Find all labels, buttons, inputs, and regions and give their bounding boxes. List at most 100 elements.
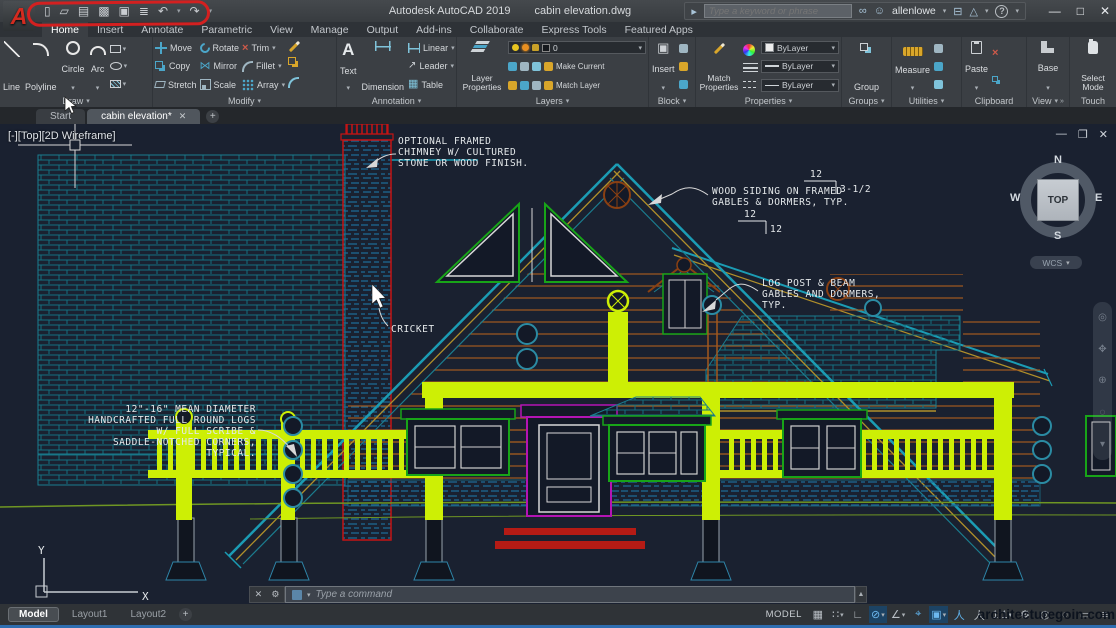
hatch-button[interactable]: ▾ xyxy=(110,80,128,88)
compass-north[interactable]: N xyxy=(1054,154,1062,166)
command-dropdown-icon[interactable]: ▾ xyxy=(307,591,311,599)
help-dropdown-icon[interactable]: ▾ xyxy=(1015,7,1019,15)
table-button[interactable]: ▦Table xyxy=(408,78,455,91)
annotation-visibility-icon[interactable]: 人 xyxy=(950,606,968,623)
tab-addins[interactable]: Add-ins xyxy=(407,22,461,37)
quick-select-button[interactable] xyxy=(934,44,943,53)
panel-label-annotation[interactable]: Annotation▾ xyxy=(337,94,456,107)
block-attributes-button[interactable] xyxy=(679,80,688,89)
edit-block-button[interactable] xyxy=(679,62,688,71)
drawing-restore-icon[interactable]: ❐ xyxy=(1078,128,1088,141)
lineweight-dropdown[interactable]: ByLayer▾ xyxy=(761,60,839,73)
binoculars-icon[interactable]: ∞ xyxy=(859,5,867,17)
maximize-button[interactable]: □ xyxy=(1077,4,1084,18)
insert-block-button[interactable]: ▣Insert▾ xyxy=(651,39,676,94)
close-command-icon[interactable]: ✕ xyxy=(255,589,263,600)
explode-button[interactable] xyxy=(288,57,301,68)
tab-insert[interactable]: Insert xyxy=(88,22,132,37)
linear-button[interactable]: Linear▾ xyxy=(408,42,455,55)
trim-button[interactable]: ×Trim▾ xyxy=(242,42,285,55)
quick-calc-button[interactable] xyxy=(934,62,943,71)
file-tab-start[interactable]: Start xyxy=(36,109,85,124)
leader-button[interactable]: ↗Leader▾ xyxy=(408,60,455,73)
graphics-performance-icon[interactable]: ▭ xyxy=(1076,606,1094,623)
viewcube-top-face[interactable]: TOP xyxy=(1037,179,1079,221)
arc-button[interactable]: Arc▾ xyxy=(89,39,107,94)
app-store-cart-icon[interactable]: ⊟ xyxy=(953,5,962,18)
object-snap-icon[interactable]: ▣▾ xyxy=(929,606,948,623)
paste-button[interactable]: Paste▾ xyxy=(964,39,989,94)
panel-label-block[interactable]: Block▾ xyxy=(649,94,695,107)
text-button[interactable]: AText▾ xyxy=(339,39,358,94)
help-icon[interactable]: ? xyxy=(995,5,1008,18)
panel-label-layers[interactable]: Layers▾ xyxy=(457,94,648,107)
color-wheel-icon[interactable] xyxy=(743,44,755,56)
snap-toggle-icon[interactable]: ∷▾ xyxy=(829,606,847,623)
close-button[interactable]: ✕ xyxy=(1100,4,1110,18)
line-button[interactable]: Line xyxy=(2,39,21,94)
linetype-icon[interactable] xyxy=(743,80,758,89)
scale-button[interactable]: Scale xyxy=(200,78,240,91)
layer-properties-button[interactable]: Layer Properties xyxy=(459,39,505,94)
command-input[interactable]: ▾ Type a command xyxy=(285,586,855,603)
redo-button[interactable]: ↷ xyxy=(190,4,200,18)
command-history-icon[interactable]: ▲ xyxy=(855,586,867,603)
isolate-objects-icon[interactable]: ◌ xyxy=(1056,606,1074,623)
panel-label-modify[interactable]: Modify▾ xyxy=(153,94,336,107)
compass-south[interactable]: S xyxy=(1054,230,1061,242)
viewcube[interactable]: N S W E TOP xyxy=(1014,156,1102,244)
ellipse-button[interactable]: ▾ xyxy=(110,62,128,70)
signed-in-user[interactable]: allenlowe xyxy=(892,5,936,17)
undo-button[interactable]: ↶ xyxy=(158,4,168,18)
panel-label-groups[interactable]: Groups▾ xyxy=(842,94,891,107)
array-button[interactable]: Array▾ xyxy=(242,78,285,91)
color-dropdown[interactable]: ByLayer▾ xyxy=(761,41,839,54)
close-tab-icon[interactable]: ✕ xyxy=(179,111,187,122)
panel-label-utilities[interactable]: Utilities▾ xyxy=(892,94,961,107)
create-block-button[interactable] xyxy=(679,44,688,53)
dimension-button[interactable]: Dimension xyxy=(361,39,406,94)
new-drawing-tab-button[interactable]: + xyxy=(206,110,219,123)
mirror-button[interactable]: ⋈Mirror xyxy=(200,60,240,73)
plot-icon[interactable]: ▣ xyxy=(119,4,130,18)
tab-output[interactable]: Output xyxy=(358,22,408,37)
stretch-button[interactable]: Stretch xyxy=(155,78,197,91)
application-menu-button[interactable]: A xyxy=(3,1,35,31)
tab-collaborate[interactable]: Collaborate xyxy=(461,22,533,37)
panel-label-view[interactable]: View▾ » xyxy=(1027,94,1069,107)
layout1-tab[interactable]: Layout1 xyxy=(62,608,118,621)
match-layer-button[interactable]: Match Layer xyxy=(508,79,646,92)
annotation-scale-value[interactable]: 1:1▾ xyxy=(990,606,1014,623)
base-view-button[interactable]: Base▾ xyxy=(1037,39,1060,94)
orbit-icon[interactable]: ◌ xyxy=(1100,407,1106,418)
print-icon[interactable]: ≣ xyxy=(139,4,149,18)
measure-button[interactable]: Measure▾ xyxy=(894,39,931,94)
isometric-drafting-icon[interactable]: ∠▾ xyxy=(889,606,907,623)
fillet-button[interactable]: Fillet▾ xyxy=(242,60,285,73)
drawing-close-icon[interactable]: ✕ xyxy=(1099,128,1108,141)
polyline-button[interactable]: Polyline xyxy=(24,39,58,94)
layout2-tab[interactable]: Layout2 xyxy=(120,608,176,621)
drawing-minimize-icon[interactable]: — xyxy=(1056,128,1067,141)
group-button[interactable]: Group xyxy=(853,39,880,94)
panel-label-clipboard[interactable]: Clipboard xyxy=(962,94,1026,107)
cut-button[interactable]: × xyxy=(992,48,1001,59)
search-arrow-icon[interactable]: ▸ xyxy=(691,5,697,18)
layer-dropdown[interactable]: 0▾ xyxy=(508,41,646,54)
lineweight-icon[interactable] xyxy=(743,63,758,72)
compass-west[interactable]: W xyxy=(1010,192,1020,204)
autoscale-icon[interactable]: 人 xyxy=(970,606,988,623)
undo-dropdown-icon[interactable]: ▾ xyxy=(177,7,181,15)
circle-button[interactable]: Circle▾ xyxy=(61,39,86,94)
zoom-icon[interactable]: ⊕ xyxy=(1098,375,1106,386)
match-properties-button[interactable]: Match Properties xyxy=(698,39,740,94)
tab-parametric[interactable]: Parametric xyxy=(192,22,261,37)
wcs-dropdown[interactable]: WCS▾ xyxy=(1030,256,1082,269)
move-button[interactable]: Move xyxy=(155,42,197,55)
a360-icon[interactable]: △ xyxy=(970,5,978,18)
panel-label-touch[interactable]: Touch xyxy=(1070,94,1116,107)
user-dropdown-icon[interactable]: ▾ xyxy=(943,7,947,15)
ortho-toggle-icon[interactable]: ∟ xyxy=(849,606,867,623)
copy-button[interactable]: Copy xyxy=(155,60,197,73)
object-snap-tracking-icon[interactable]: ⌖ xyxy=(909,606,927,623)
